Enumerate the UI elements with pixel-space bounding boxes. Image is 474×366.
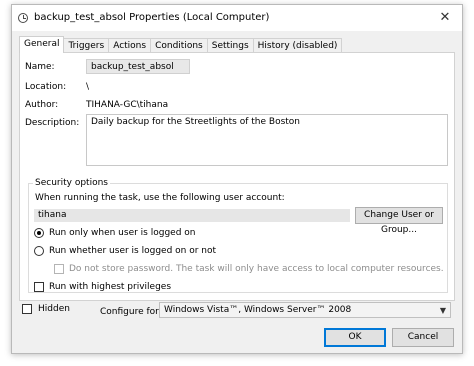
- clock-icon: [18, 13, 28, 23]
- user-account-field: tihana: [34, 209, 350, 222]
- properties-window: backup_test_absol Properties (Local Comp…: [11, 4, 463, 354]
- tab-conditions[interactable]: Conditions: [150, 38, 208, 53]
- configure-value: Windows Vista™, Windows Server™ 2008: [164, 305, 352, 315]
- highest-privileges-label: Run with highest privileges: [49, 282, 172, 292]
- do-not-store-password-checkbox[interactable]: [54, 264, 64, 274]
- configure-label: Configure for:: [100, 307, 162, 317]
- location-label: Location:: [25, 82, 67, 92]
- change-user-button[interactable]: Change User or Group...: [355, 207, 443, 235]
- tab-general[interactable]: General: [19, 36, 65, 53]
- name-field[interactable]: backup_test_absol: [86, 59, 190, 74]
- tab-history[interactable]: History (disabled): [252, 38, 343, 53]
- name-label: Name:: [25, 62, 55, 72]
- hidden-label: Hidden: [38, 304, 70, 314]
- general-panel: Name: backup_test_absol Location: \ Auth…: [19, 52, 455, 301]
- window-title: backup_test_absol Properties (Local Comp…: [34, 12, 270, 23]
- location-value: \: [86, 82, 90, 92]
- run-whether-radio[interactable]: [34, 246, 44, 256]
- cancel-button[interactable]: Cancel: [392, 328, 454, 347]
- author-value: TIHANA-GC\tihana: [86, 100, 169, 110]
- close-button[interactable]: ✕: [438, 11, 452, 25]
- security-options-title: Security options: [33, 178, 110, 188]
- hidden-checkbox[interactable]: [22, 304, 32, 314]
- ok-button[interactable]: OK: [324, 328, 386, 347]
- configure-select[interactable]: Windows Vista™, Windows Server™ 2008 ▼: [159, 302, 451, 318]
- tab-settings[interactable]: Settings: [206, 38, 254, 53]
- description-label: Description:: [25, 118, 80, 128]
- run-whether-label: Run whether user is logged on or not: [49, 246, 217, 256]
- account-prompt: When running the task, use the following…: [35, 193, 285, 203]
- chevron-down-icon: ▼: [439, 306, 446, 315]
- tab-bar: General Triggers Actions Conditions Sett…: [19, 36, 343, 53]
- run-logged-on-label: Run only when user is logged on: [49, 228, 196, 238]
- highest-privileges-checkbox[interactable]: [34, 282, 44, 292]
- do-not-store-password-label: Do not store password. The task will onl…: [69, 264, 444, 274]
- author-label: Author:: [25, 100, 59, 110]
- tab-triggers[interactable]: Triggers: [63, 38, 110, 53]
- title-bar: backup_test_absol Properties (Local Comp…: [12, 5, 462, 31]
- tab-actions[interactable]: Actions: [108, 38, 152, 53]
- description-field[interactable]: Daily backup for the Streetlights of the…: [86, 114, 448, 166]
- run-logged-on-radio[interactable]: [34, 228, 44, 238]
